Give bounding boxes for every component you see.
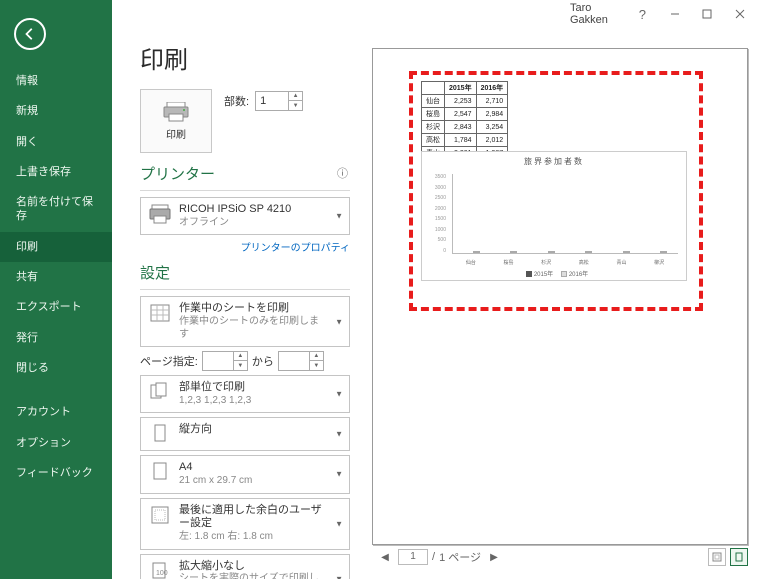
back-button[interactable]: [14, 18, 46, 50]
chevron-down-icon: ▼: [335, 519, 343, 528]
collate-icon: [149, 381, 171, 403]
range-from-input[interactable]: ▲▼: [202, 351, 248, 371]
portrait-icon: [149, 423, 171, 445]
copies-label: 部数:: [224, 93, 249, 109]
printer-icon: [149, 203, 171, 225]
sidebar-item[interactable]: フィードバック: [0, 458, 112, 488]
page-total: 1 ページ: [439, 549, 481, 565]
sidebar-item[interactable]: 情報: [0, 66, 112, 96]
sidebar-item[interactable]: 上書き保存: [0, 157, 112, 187]
close-button[interactable]: [724, 0, 756, 28]
paper-icon: [149, 461, 171, 483]
printer-properties-link[interactable]: プリンターのプロパティ: [140, 239, 350, 254]
printer-dropdown[interactable]: RICOH IPSiO SP 4210オフライン ▼: [140, 197, 350, 235]
preview-status-bar: ◀ 1 / 1 ページ ▶: [372, 545, 748, 569]
print-panel: 印刷 印刷 部数: 1 ▲▼ プリンター ⓘ RICOH IPSiO SP 42…: [112, 28, 360, 579]
sidebar-item[interactable]: 印刷: [0, 232, 112, 262]
print-button[interactable]: 印刷: [140, 89, 212, 153]
printer-icon: [163, 102, 189, 122]
user-name: Taro Gakken: [570, 2, 626, 26]
margins-dropdown[interactable]: 最後に適用した余白のユーザー設定左: 1.8 cm 右: 1.8 cm ▼: [140, 498, 350, 550]
scale-icon: 100: [149, 560, 171, 579]
chevron-down-icon: ▼: [335, 470, 343, 479]
sidebar-item[interactable]: アカウント: [0, 397, 112, 427]
printer-heading: プリンター: [140, 163, 360, 184]
preview-chart: 旅界参加者数 3500300025002000150010005000 仙台桜島…: [421, 151, 687, 281]
chevron-down-icon: ▼: [335, 574, 343, 579]
copies-input[interactable]: 1 ▲▼: [255, 91, 303, 111]
sidebar-item[interactable]: 共有: [0, 262, 112, 292]
refresh-icon[interactable]: ⓘ: [337, 165, 348, 181]
sidebar-item[interactable]: 新規: [0, 96, 112, 126]
help-button[interactable]: ?: [626, 0, 658, 28]
backstage-sidebar: 情報新規開く上書き保存名前を付けて保存印刷共有エクスポート発行閉じる アカウント…: [0, 0, 112, 579]
highlight-box: 2015年2016年仙台2,2532,710桜島2,5472,984杉沢2,84…: [409, 71, 703, 311]
chevron-down-icon: ▼: [335, 430, 343, 439]
range-sep: から: [252, 353, 274, 369]
spin-down-icon[interactable]: ▼: [289, 101, 302, 110]
chevron-down-icon: ▼: [335, 317, 343, 326]
maximize-button[interactable]: [691, 0, 723, 28]
svg-text:100: 100: [156, 570, 168, 577]
sidebar-item[interactable]: 発行: [0, 323, 112, 353]
minimize-button[interactable]: [659, 0, 691, 28]
sidebar-item[interactable]: 閉じる: [0, 353, 112, 383]
page-title: 印刷: [140, 40, 360, 75]
chevron-down-icon: ▼: [335, 212, 343, 221]
settings-heading: 設定: [140, 262, 360, 283]
scaling-dropdown[interactable]: 100 拡大縮小なしシートを実際のサイズで印刷します ▼: [140, 554, 350, 579]
prev-page-button[interactable]: ◀: [376, 552, 394, 563]
sidebar-item[interactable]: 開く: [0, 127, 112, 157]
range-to-input[interactable]: ▲▼: [278, 351, 324, 371]
show-margins-button[interactable]: [708, 548, 726, 566]
sidebar-item[interactable]: オプション: [0, 428, 112, 458]
sheet-icon: [149, 302, 171, 324]
collate-dropdown[interactable]: 部単位で印刷1,2,3 1,2,3 1,2,3 ▼: [140, 375, 350, 413]
sidebar-item[interactable]: エクスポート: [0, 292, 112, 322]
margins-icon: [149, 504, 171, 526]
preview-page: 2015年2016年仙台2,2532,710桜島2,5472,984杉沢2,84…: [372, 48, 748, 545]
print-button-label: 印刷: [166, 126, 186, 141]
page-number-input[interactable]: 1: [398, 549, 428, 565]
paper-size-dropdown[interactable]: A421 cm x 29.7 cm ▼: [140, 455, 350, 493]
chart-title: 旅界参加者数: [422, 156, 686, 167]
print-preview: 2015年2016年仙台2,2532,710桜島2,5472,984杉沢2,84…: [360, 28, 760, 579]
sidebar-item[interactable]: 名前を付けて保存: [0, 187, 112, 232]
orientation-dropdown[interactable]: 縦方向 ▼: [140, 417, 350, 451]
zoom-to-page-button[interactable]: [730, 548, 748, 566]
print-scope-dropdown[interactable]: 作業中のシートを印刷作業中のシートのみを印刷します ▼: [140, 296, 350, 347]
next-page-button[interactable]: ▶: [485, 552, 503, 563]
spin-up-icon[interactable]: ▲: [289, 92, 302, 101]
chevron-down-icon: ▼: [335, 390, 343, 399]
range-label: ページ指定:: [140, 353, 198, 369]
titlebar: Taro Gakken ?: [0, 0, 760, 28]
